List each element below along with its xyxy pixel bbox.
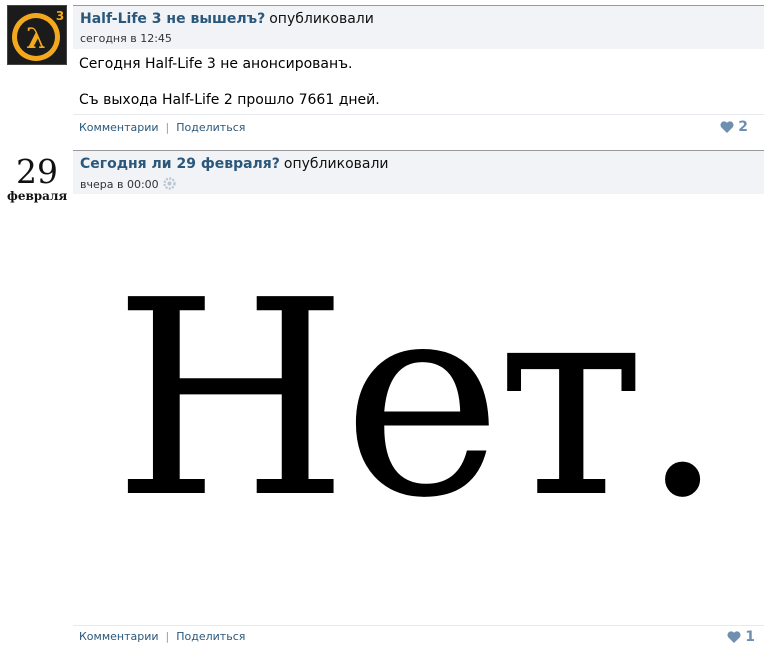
post-author-link[interactable]: Half-Life 3 не вышелъ? — [80, 11, 265, 27]
post-action-text: опубликовали — [269, 11, 374, 27]
half-life-3-logo-icon[interactable]: λ 3 — [7, 5, 67, 65]
post-image[interactable]: Нет. — [73, 195, 764, 625]
gear-icon[interactable] — [163, 177, 176, 193]
separator: | — [165, 121, 170, 134]
date-avatar[interactable]: 29 февраля — [7, 154, 67, 214]
like-button[interactable]: 2 — [720, 119, 748, 135]
like-button[interactable]: 1 — [727, 629, 755, 645]
svg-text:3: 3 — [56, 9, 64, 23]
post-title-line: Half-Life 3 не вышелъ? опубликовали — [80, 11, 374, 27]
post-header: Сегодня ли 29 февраля? опубликовали вчера… — [73, 150, 764, 194]
post-footer: Комментарии | Поделиться 2 — [73, 114, 764, 138]
post-text-line-1: Сегодня Half-Life 3 не анонсированъ. — [79, 56, 353, 72]
post-footer: Комментарии | Поделиться 1 — [73, 625, 764, 649]
post-time-line: вчера в 00:00 — [80, 177, 176, 193]
post-text-line-2: Съ выхода Half-Life 2 прошло 7661 дней. — [79, 92, 380, 108]
heart-icon — [727, 631, 741, 643]
post-author-link[interactable]: Сегодня ли 29 февраля? — [80, 156, 280, 172]
post-header: Half-Life 3 не вышелъ? опубликовали сегод… — [73, 5, 764, 49]
post-image-text: Нет. — [113, 242, 725, 557]
avatar-month: февраля — [7, 189, 68, 203]
svg-text:λ: λ — [26, 22, 46, 55]
share-link[interactable]: Поделиться — [176, 630, 245, 643]
post-time[interactable]: сегодня в 12:45 — [80, 32, 172, 45]
share-link[interactable]: Поделиться — [176, 121, 245, 134]
post-time[interactable]: вчера в 00:00 — [80, 178, 159, 191]
post-title-line: Сегодня ли 29 февраля? опубликовали — [80, 156, 389, 172]
like-count: 1 — [745, 629, 755, 645]
avatar-day: 29 — [16, 152, 58, 191]
comments-link[interactable]: Комментарии — [79, 630, 159, 643]
like-count: 2 — [738, 119, 748, 135]
post-actions: Комментарии | Поделиться — [79, 121, 245, 134]
comments-link[interactable]: Комментарии — [79, 121, 159, 134]
heart-icon — [720, 121, 734, 133]
separator: | — [165, 630, 170, 643]
post-actions: Комментарии | Поделиться — [79, 630, 245, 643]
post-action-text: опубликовали — [283, 156, 389, 172]
